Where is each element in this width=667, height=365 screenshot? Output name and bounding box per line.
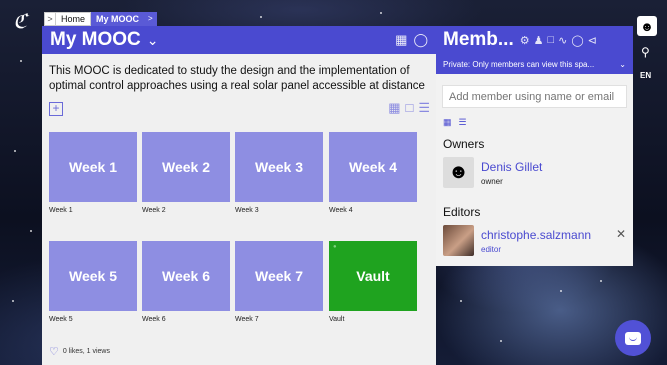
chat-bubble-icon xyxy=(625,331,641,345)
tile-label: Week 5 xyxy=(69,268,117,284)
add-member-input[interactable] xyxy=(442,85,627,108)
add-item-button[interactable]: + xyxy=(49,102,63,116)
members-icon[interactable]: ♟ xyxy=(534,34,544,47)
members-title[interactable]: Memb... xyxy=(443,29,514,51)
members-header: Memb... ⚙ ♟ □ ∿ ◯ ⊲ xyxy=(436,26,633,54)
user-avatar[interactable]: ☻ xyxy=(637,16,657,36)
list-layout-icon[interactable]: ☰ xyxy=(418,100,430,116)
tile-week-4[interactable]: Week 4 xyxy=(329,132,417,202)
tile-label: Week 7 xyxy=(255,268,303,284)
share-icon[interactable]: ⊲ xyxy=(588,34,597,47)
privacy-text: Private: Only members can view this spa.… xyxy=(443,59,595,69)
tile-week-7[interactable]: Week 7 xyxy=(235,241,323,311)
tile-caption: Week 6 xyxy=(142,316,166,323)
tile-week-5[interactable]: Week 5 xyxy=(49,241,137,311)
grid-view-icon[interactable]: ▦ xyxy=(395,32,407,48)
avatar xyxy=(443,225,474,256)
owners-label: Owners xyxy=(443,137,485,151)
chat-support-button[interactable] xyxy=(615,320,651,356)
search-icon[interactable]: ⚲ xyxy=(641,45,650,59)
owner-name[interactable]: Denis Gillet xyxy=(481,160,542,174)
breadcrumb-toggle-icon[interactable]: > xyxy=(44,12,56,26)
editor-role: editor xyxy=(481,245,502,254)
tile-caption: Week 3 xyxy=(235,207,259,214)
heart-icon[interactable]: ♡ xyxy=(49,345,59,358)
tile-week-2[interactable]: Week 2 xyxy=(142,132,230,202)
tile-caption: Week 2 xyxy=(142,207,166,214)
tile-label: Week 2 xyxy=(162,159,210,175)
tile-label: Week 1 xyxy=(69,159,117,175)
tile-week-6[interactable]: Week 6 xyxy=(142,241,230,311)
compass-icon[interactable]: ◯ xyxy=(413,32,428,48)
grid-layout-icon[interactable]: ▦ xyxy=(443,117,452,128)
close-icon[interactable]: ✕ xyxy=(616,227,626,241)
tile-caption: Week 7 xyxy=(235,316,259,323)
language-selector[interactable]: EN xyxy=(640,71,651,80)
chevron-down-icon[interactable]: ⌄ xyxy=(619,60,626,69)
editors-label: Editors xyxy=(443,205,481,219)
breadcrumb-chevron-icon[interactable]: > xyxy=(144,12,157,26)
vault-icon: ● xyxy=(333,244,337,250)
tile-label: Week 6 xyxy=(162,268,210,284)
owner-role: owner xyxy=(481,177,503,186)
settings-icon[interactable]: ⚙ xyxy=(520,34,530,47)
likes-count: 0 likes, 1 views xyxy=(62,348,110,355)
chevron-down-icon[interactable]: ⌄ xyxy=(147,32,159,49)
breadcrumb: > Home My MOOC > xyxy=(44,12,157,26)
tile-caption: Week 4 xyxy=(329,207,353,214)
tile-caption: Week 5 xyxy=(49,316,73,323)
avatar: ☻ xyxy=(443,157,474,188)
space-description: This MOOC is dedicated to study the desi… xyxy=(49,65,425,92)
tile-vault[interactable]: ● Vault xyxy=(329,241,417,311)
tile-caption: Week 1 xyxy=(49,207,73,214)
tile-label: Week 4 xyxy=(349,159,397,175)
members-panel: ▦ ☰ Owners ☻ Denis Gillet owner Editors … xyxy=(436,74,633,266)
tile-label: Week 3 xyxy=(255,159,303,175)
page-title[interactable]: My MOOC xyxy=(50,29,141,51)
tile-label: Vault xyxy=(356,268,390,284)
grid-layout-icon[interactable]: ▦ xyxy=(388,100,400,116)
idea-icon[interactable]: ◯ xyxy=(571,34,583,47)
breadcrumb-current[interactable]: My MOOC xyxy=(91,12,145,26)
chat-icon[interactable]: □ xyxy=(547,34,554,47)
breadcrumb-home[interactable]: Home xyxy=(56,12,92,26)
space-content: This MOOC is dedicated to study the desi… xyxy=(42,54,436,365)
app-logo[interactable]: ℭ xyxy=(8,8,32,34)
single-layout-icon[interactable]: □ xyxy=(405,100,413,116)
privacy-selector[interactable]: Private: Only members can view this spa.… xyxy=(436,54,633,74)
space-header: My MOOC ⌄ ▦ ◯ xyxy=(42,26,436,54)
likes-bar: ♡ 0 likes, 1 views xyxy=(49,345,110,358)
editor-name[interactable]: christophe.salzmann xyxy=(481,228,591,242)
analytics-icon[interactable]: ∿ xyxy=(558,34,567,47)
tile-caption: Vault xyxy=(329,316,345,323)
tile-week-3[interactable]: Week 3 xyxy=(235,132,323,202)
tile-week-1[interactable]: Week 1 xyxy=(49,132,137,202)
list-layout-icon[interactable]: ☰ xyxy=(459,117,467,128)
